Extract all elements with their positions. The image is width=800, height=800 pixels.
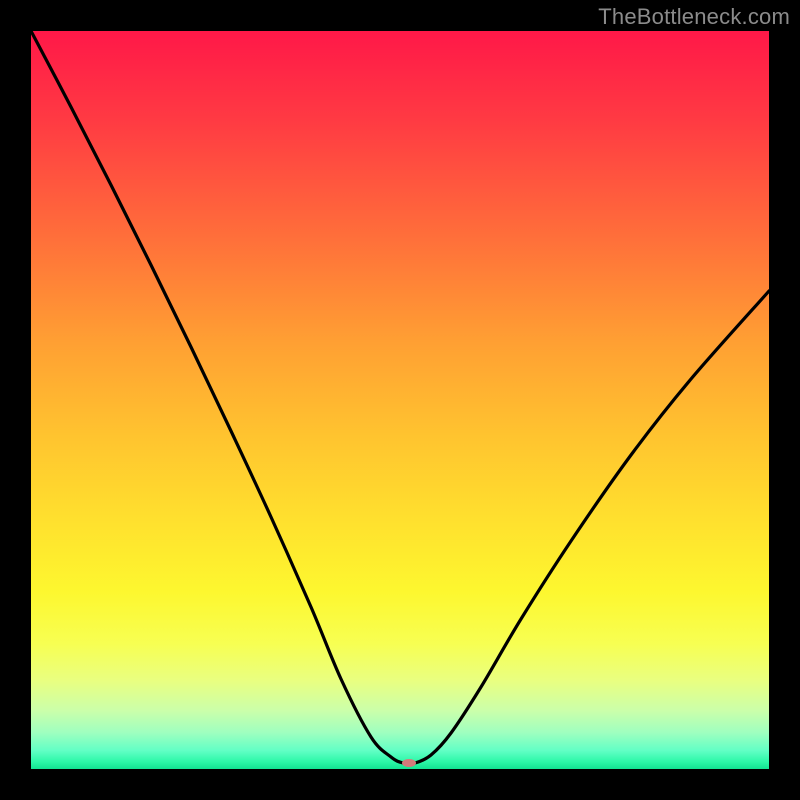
bottleneck-curve bbox=[31, 31, 769, 764]
watermark-text: TheBottleneck.com bbox=[598, 4, 790, 30]
chart-frame: TheBottleneck.com bbox=[0, 0, 800, 800]
optimum-marker bbox=[402, 759, 416, 767]
curve-layer bbox=[31, 31, 769, 769]
plot-area bbox=[31, 31, 769, 769]
